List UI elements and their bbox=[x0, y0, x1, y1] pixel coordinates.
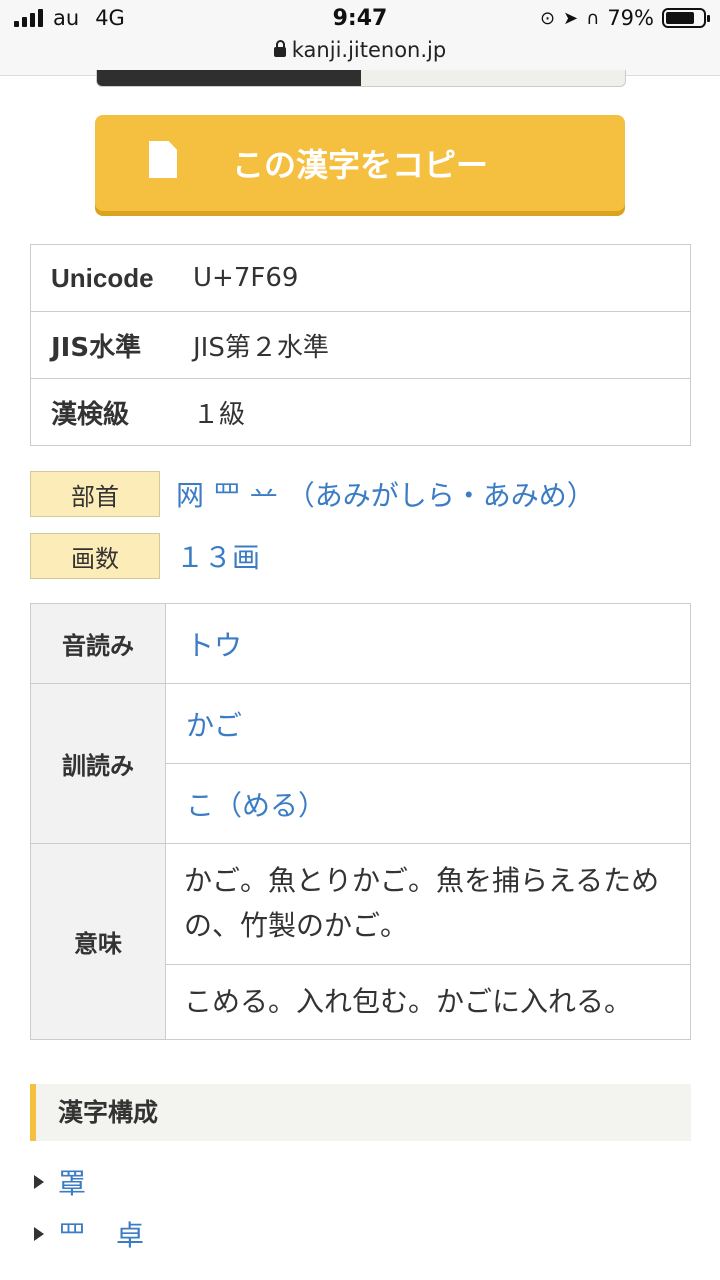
info-key: 漢検級 bbox=[30, 378, 192, 446]
on-reading-label: 音読み bbox=[30, 603, 166, 684]
battery-icon bbox=[662, 8, 710, 28]
radical-row: 部首 网 罒 䒑 （あみがしら・あみめ） bbox=[30, 471, 595, 517]
info-key: JIS水準 bbox=[30, 311, 192, 379]
info-key: Unicode bbox=[51, 262, 154, 293]
meaning-label: 意味 bbox=[30, 843, 166, 1040]
composition-kanji-link[interactable]: 卓 bbox=[116, 1214, 144, 1254]
radical-link[interactable]: 网 罒 䒑 （あみがしら・あみめ） bbox=[176, 474, 595, 514]
url-text: kanji.jitenon.jp bbox=[291, 38, 447, 62]
composition-kanji-link[interactable]: 罒 bbox=[58, 1214, 86, 1254]
kanji-info-table: Unicode U+7F69 JIS水準 JIS第２水準 漢検級 １級 bbox=[30, 244, 691, 446]
address-bar[interactable]: kanji.jitenon.jp bbox=[0, 38, 720, 62]
meaning-text: かご。魚とりかご。魚を捕らえるための、竹製のかご。 bbox=[165, 843, 691, 965]
composition-heading: 漢字構成 bbox=[30, 1084, 691, 1141]
info-row-jis: JIS水準 JIS第２水準 bbox=[30, 311, 691, 379]
composition-item[interactable]: 罩 bbox=[34, 1162, 86, 1202]
triangle-right-icon bbox=[34, 1175, 44, 1189]
rotation-lock-icon: ⊙ bbox=[539, 7, 556, 29]
location-icon: ➤ bbox=[563, 7, 579, 29]
radical-label: 部首 bbox=[30, 471, 160, 517]
jis-level-link[interactable]: JIS第２水準 bbox=[192, 311, 691, 379]
readings-table: 音読み トウ 訓読み かご こ（める） 意味 かご。魚とりかご。魚を捕らえるため… bbox=[30, 603, 691, 1040]
info-value: U+7F69 bbox=[193, 263, 299, 293]
stroke-count-label: 画数 bbox=[30, 533, 160, 579]
kanken-grade-link[interactable]: １級 bbox=[192, 378, 691, 446]
lock-icon bbox=[273, 40, 286, 57]
progress-fill bbox=[97, 70, 361, 86]
on-reading-link[interactable]: トウ bbox=[165, 603, 691, 684]
composition-item[interactable]: 罒 卓 bbox=[34, 1214, 144, 1254]
progress-bar bbox=[96, 70, 626, 87]
kun-reading-link[interactable]: こ（める） bbox=[165, 763, 691, 844]
meaning-text: こめる。入れ包む。かごに入れる。 bbox=[165, 964, 691, 1040]
kun-reading-label: 訓読み bbox=[30, 683, 166, 844]
battery-percent: 79% bbox=[607, 6, 654, 30]
copy-button-label: この漢字をコピー bbox=[231, 146, 488, 184]
info-row-unicode: Unicode U+7F69 bbox=[31, 245, 691, 312]
status-right: ⊙ ➤ ∩ 79% bbox=[539, 6, 710, 30]
info-row-kanken: 漢検級 １級 bbox=[30, 378, 691, 446]
stroke-count-link[interactable]: １３画 bbox=[176, 536, 260, 576]
stroke-count-row: 画数 １３画 bbox=[30, 533, 260, 579]
kun-reading-link[interactable]: かご bbox=[165, 683, 691, 764]
headphones-icon: ∩ bbox=[586, 7, 600, 29]
triangle-right-icon bbox=[34, 1227, 44, 1241]
status-bar: au 4G 9:47 ⊙ ➤ ∩ 79% kanji.jitenon.jp bbox=[0, 0, 720, 76]
document-icon bbox=[149, 141, 177, 178]
composition-kanji-link[interactable]: 罩 bbox=[58, 1162, 86, 1202]
copy-kanji-button[interactable]: この漢字をコピー bbox=[95, 115, 625, 211]
